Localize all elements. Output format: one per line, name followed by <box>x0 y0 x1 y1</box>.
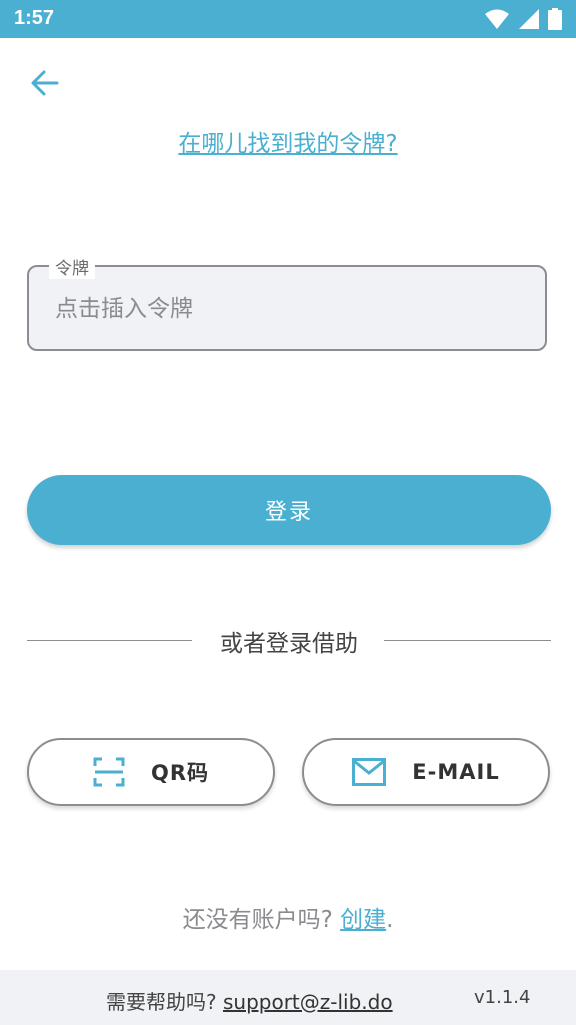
alt-login-divider: 或者登录借助 <box>27 620 551 664</box>
divider-line-right <box>384 640 551 641</box>
status-time: 1:57 <box>14 7 55 29</box>
signup-prompt: 还没有账户吗? 创建. <box>0 900 576 934</box>
qr-scan-icon <box>93 757 125 787</box>
battery-icon <box>548 8 562 30</box>
signup-text: 还没有账户吗? <box>182 907 341 933</box>
help-text: 需要帮助吗? support@z-lib.do <box>106 986 393 1015</box>
where-find-token-link[interactable]: 在哪儿找到我的令牌? <box>0 124 576 158</box>
qr-login-label: QR码 <box>150 761 210 785</box>
token-input[interactable] <box>53 267 527 351</box>
signup-suffix: . <box>386 907 394 933</box>
wifi-icon <box>485 9 509 29</box>
divider-text: 或者登录借助 <box>220 631 358 657</box>
mail-icon <box>352 758 387 786</box>
email-login-label: E-MAIL <box>412 760 500 784</box>
login-button[interactable]: 登录 <box>27 475 551 545</box>
app-version: v1.1.4 <box>474 987 531 1008</box>
arrow-left-icon <box>31 70 59 96</box>
back-button[interactable] <box>28 66 62 100</box>
status-bar: 1:57 <box>0 0 576 38</box>
status-icons <box>484 8 562 30</box>
footer: 需要帮助吗? support@z-lib.do v1.1.4 <box>0 970 576 1025</box>
email-login-button[interactable]: E-MAIL <box>302 738 550 806</box>
token-field[interactable]: 令牌 <box>27 254 547 351</box>
qr-login-button[interactable]: QR码 <box>27 738 275 806</box>
support-email-link[interactable]: support@z-lib.do <box>223 990 393 1014</box>
create-account-link[interactable]: 创建 <box>340 907 386 933</box>
signal-icon <box>519 9 539 29</box>
help-prompt: 需要帮助吗? <box>106 990 223 1014</box>
